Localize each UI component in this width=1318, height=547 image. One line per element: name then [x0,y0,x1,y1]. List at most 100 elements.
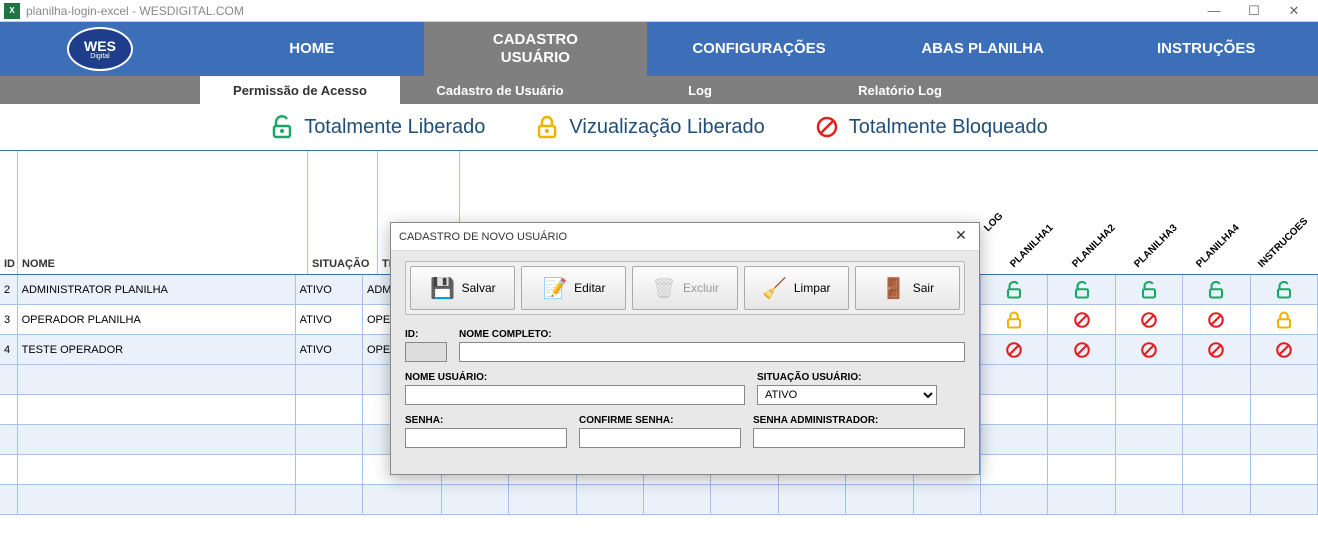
legend-visualizacao: Vizualização Liberado [535,115,764,139]
perm-cell[interactable] [1048,335,1115,364]
cell-situacao: ATIVO [296,335,363,364]
clear-label: Limpar [794,281,831,295]
label-confirme-senha: CONFIRME SENHA: [579,415,741,426]
input-senha[interactable] [405,428,567,448]
excel-icon: X [4,3,20,19]
cell-id: 4 [0,335,18,364]
minimize-button[interactable]: — [1194,0,1234,22]
perm-cell[interactable] [1183,305,1250,334]
subnav-cadastro-usuario[interactable]: Cadastro de Usuário [400,76,600,104]
perm-cell[interactable] [1048,305,1115,334]
nav-abas-planilha[interactable]: ABAS PLANILHA [871,22,1095,76]
perm-cell[interactable] [1116,275,1183,304]
legend-visual-label: Vizualização Liberado [569,116,764,139]
diag-instrucoes: INSTRUCOES [1256,216,1310,270]
diag-planilha4: PLANILHA4 [1194,223,1241,270]
logo-subtext: Digital [90,53,109,60]
nav-cadastro-label: CADASTROUSUÁRIO [493,31,578,67]
label-situacao-usuario: SITUAÇÃO USUÁRIO: [757,372,937,383]
cell-nome: ADMINISTRATOR PLANILHA [18,275,296,304]
logo-text: WES [84,39,116,53]
sub-nav: Permissão de Acesso Cadastro de Usuário … [0,76,1318,104]
legend-bloqueado: Totalmente Bloqueado [815,115,1048,139]
cell-nome: OPERADOR PLANILHA [18,305,296,334]
label-nome-usuario: NOME USUÁRIO: [405,372,745,383]
header-id: ID [0,151,18,274]
floppy-icon: 💾 [430,275,456,301]
exit-button[interactable]: 🚪 Sair [855,266,960,310]
delete-label: Excluir [683,281,719,295]
perm-cell[interactable] [1048,275,1115,304]
block-red-icon [815,115,839,139]
diag-planilha1: PLANILHA1 [1008,223,1055,270]
perm-cell[interactable] [1251,305,1318,334]
header-nome: NOME [18,151,308,274]
legend-liberado: Totalmente Liberado [270,115,485,139]
trash-icon: 🗑 [651,275,677,301]
input-nome-usuario[interactable] [405,385,745,405]
legend-bloqueado-label: Totalmente Bloqueado [849,116,1048,139]
legend-row: Totalmente Liberado Vizualização Liberad… [0,104,1318,150]
window-titlebar: X planilha-login-excel - WESDIGITAL.COM … [0,0,1318,22]
main-nav: WES Digital HOME CADASTROUSUÁRIO CONFIGU… [0,22,1318,76]
dialog-close-button[interactable]: ✕ [951,227,971,247]
subnav-permissao[interactable]: Permissão de Acesso [200,76,400,104]
header-situacao: SITUAÇÃO [308,151,378,274]
diag-planilha3: PLANILHA3 [1132,223,1179,270]
new-user-dialog: CADASTRO DE NOVO USUÁRIO ✕ 💾 Salvar 📝 Ed… [390,222,980,475]
cell-id: 2 [0,275,18,304]
save-label: Salvar [462,281,496,295]
nav-home[interactable]: HOME [200,22,424,76]
nav-configuracoes[interactable]: CONFIGURAÇÕES [647,22,871,76]
door-exit-icon: 🚪 [881,275,907,301]
edit-button[interactable]: 📝 Editar [521,266,626,310]
unlock-green-icon [270,115,294,139]
perm-cell[interactable] [1116,335,1183,364]
dialog-title: CADASTRO DE NOVO USUÁRIO [399,231,567,243]
input-id [405,342,447,362]
input-nome-completo[interactable] [459,342,965,362]
legend-liberado-label: Totalmente Liberado [304,116,485,139]
dialog-toolbar: 💾 Salvar 📝 Editar 🗑 Excluir 🧹 Limpar 🚪 S… [405,261,965,315]
perm-cell[interactable] [981,335,1048,364]
dialog-titlebar: CADASTRO DE NOVO USUÁRIO ✕ [391,223,979,251]
diag-log: LOG [982,211,1005,234]
dialog-body: 💾 Salvar 📝 Editar 🗑 Excluir 🧹 Limpar 🚪 S… [391,251,979,474]
nav-cadastro-usuario[interactable]: CADASTROUSUÁRIO [424,22,648,76]
save-button[interactable]: 💾 Salvar [410,266,515,310]
maximize-button[interactable]: ☐ [1234,0,1274,22]
label-id: ID: [405,329,447,340]
logo: WES Digital [67,27,133,71]
close-window-button[interactable]: ✕ [1274,0,1314,22]
subnav-relatorio-log[interactable]: Relatório Log [800,76,1000,104]
diag-planilha2: PLANILHA2 [1070,223,1117,270]
subnav-log[interactable]: Log [600,76,800,104]
cell-nome: TESTE OPERADOR [18,335,296,364]
perm-cell[interactable] [1183,335,1250,364]
cell-id: 3 [0,305,18,334]
lock-yellow-icon [535,115,559,139]
label-senha: SENHA: [405,415,567,426]
cell-situacao: ATIVO [296,305,363,334]
pencil-icon: 📝 [542,275,568,301]
label-nome-completo: NOME COMPLETO: [459,329,965,340]
window-title: planilha-login-excel - WESDIGITAL.COM [26,4,244,18]
perm-cell[interactable] [1183,275,1250,304]
perm-cell[interactable] [1251,335,1318,364]
clear-button[interactable]: 🧹 Limpar [744,266,849,310]
perm-cell[interactable] [981,305,1048,334]
table-row [0,485,1318,515]
logo-cell: WES Digital [0,22,200,76]
delete-button[interactable]: 🗑 Excluir [632,266,737,310]
perm-cell[interactable] [1251,275,1318,304]
perm-cell[interactable] [1116,305,1183,334]
perm-cell[interactable] [981,275,1048,304]
exit-label: Sair [913,281,934,295]
cell-situacao: ATIVO [296,275,363,304]
input-senha-admin[interactable] [753,428,965,448]
nav-instrucoes[interactable]: INSTRUÇÕES [1094,22,1318,76]
broom-icon: 🧹 [762,275,788,301]
input-confirme-senha[interactable] [579,428,741,448]
edit-label: Editar [574,281,605,295]
select-situacao-usuario[interactable]: ATIVO [757,385,937,405]
